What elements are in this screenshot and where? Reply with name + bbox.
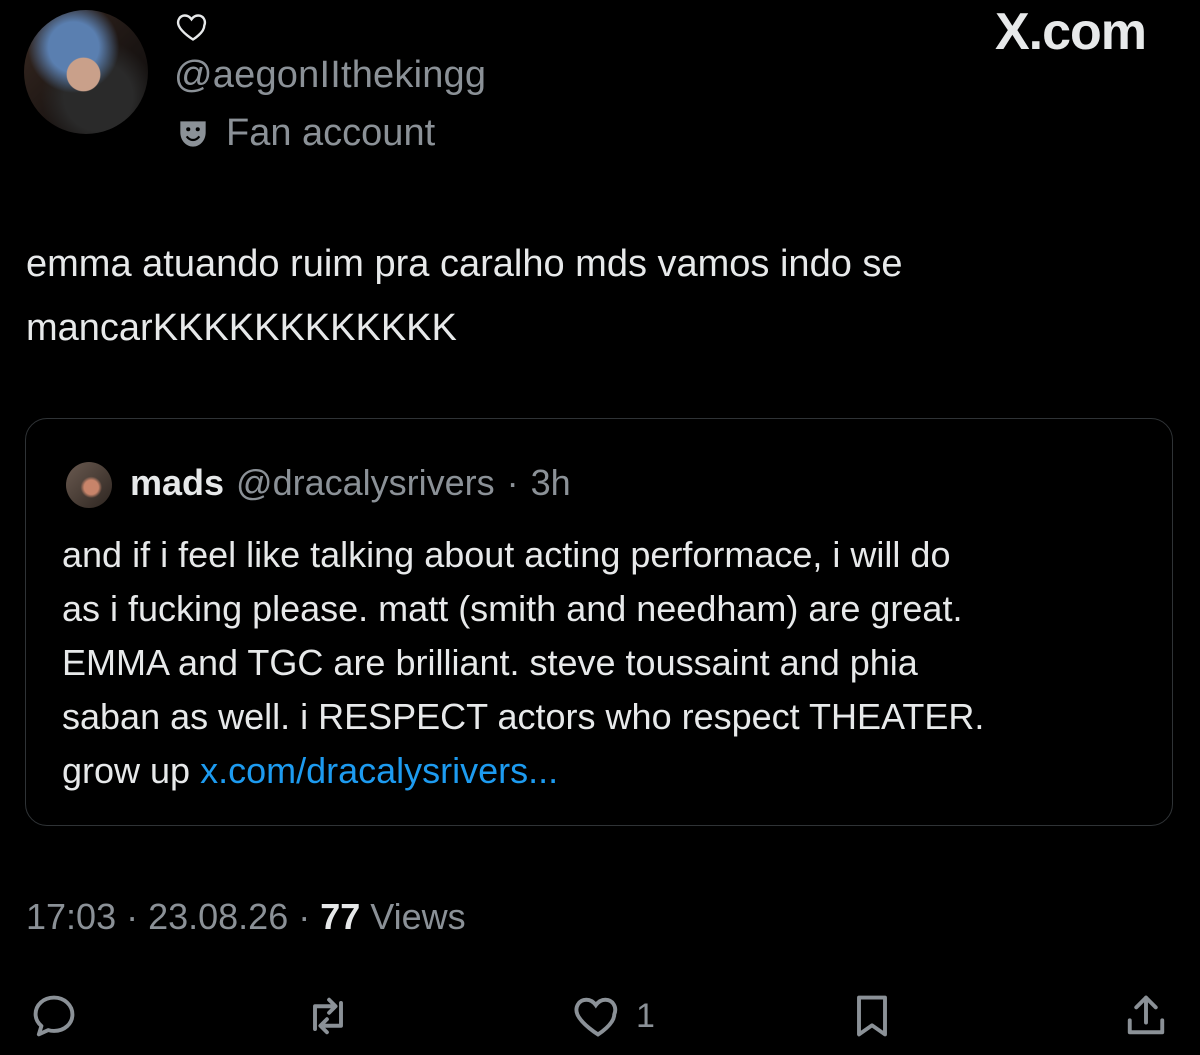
quoted-line: saban as well. i RESPECT actors who resp… [62,696,985,737]
views-label: Views [370,896,466,937]
avatar[interactable] [24,10,148,134]
heart-icon[interactable] [174,8,212,44]
separator-dot: · [506,462,519,503]
like-count: 1 [636,996,655,1035]
fan-account-label: Fan account [226,112,436,154]
theater-masks-icon [180,120,206,147]
tweet-line: mancarKKKKKKKKKKKK [26,307,457,349]
quoted-name[interactable]: mads [130,462,224,504]
quoted-text: and if i feel like talking about acting … [62,528,1152,798]
views[interactable]: 77 Views [320,896,465,938]
tweet-time[interactable]: 17:03 [26,896,116,938]
tweet-meta: 17:03 · 23.08.26 · 77 Views [26,896,466,938]
quoted-line: grow up x.com/dracalysrivers... [62,744,1152,798]
tweet-text: emma atuando ruim pra caralho mds vamos … [26,232,1176,360]
reply-icon [33,995,75,1037]
separator-dot: · [126,896,139,937]
quoted-avatar[interactable] [66,462,112,508]
reply-button[interactable] [28,990,80,1042]
share-icon [1127,995,1165,1035]
quoted-link[interactable]: x.com/dracalysrivers... [200,750,558,791]
tweet-date[interactable]: 23.08.26 [148,896,288,938]
brand-logo: X.com [994,3,1147,61]
quoted-line: EMMA and TGC are brilliant. steve toussa… [62,642,918,683]
retweet-icon [313,997,343,1035]
retweet-button[interactable] [302,990,354,1042]
bookmark-icon [857,995,887,1037]
bookmark-button[interactable] [846,990,898,1042]
tweet-line: emma atuando ruim pra caralho mds vamos … [26,243,903,285]
quoted-line: and if i feel like talking about acting … [62,534,951,575]
fan-account-badge: Fan account [174,112,435,155]
like-button[interactable]: 1 [572,990,655,1042]
views-count: 77 [320,896,361,937]
separator-dot: · [298,896,311,937]
share-button[interactable] [1120,990,1172,1042]
quoted-handle[interactable]: @dracalysrivers [236,462,495,504]
user-handle[interactable]: @aegonIIthekingg [174,54,486,97]
quoted-time: 3h [530,462,571,503]
quoted-line: as i fucking please. matt (smith and nee… [62,588,963,629]
quoted-line-prefix: grow up [62,750,201,791]
like-icon [574,997,618,1037]
quoted-header: mads @dracalysrivers · 3h [130,462,571,504]
